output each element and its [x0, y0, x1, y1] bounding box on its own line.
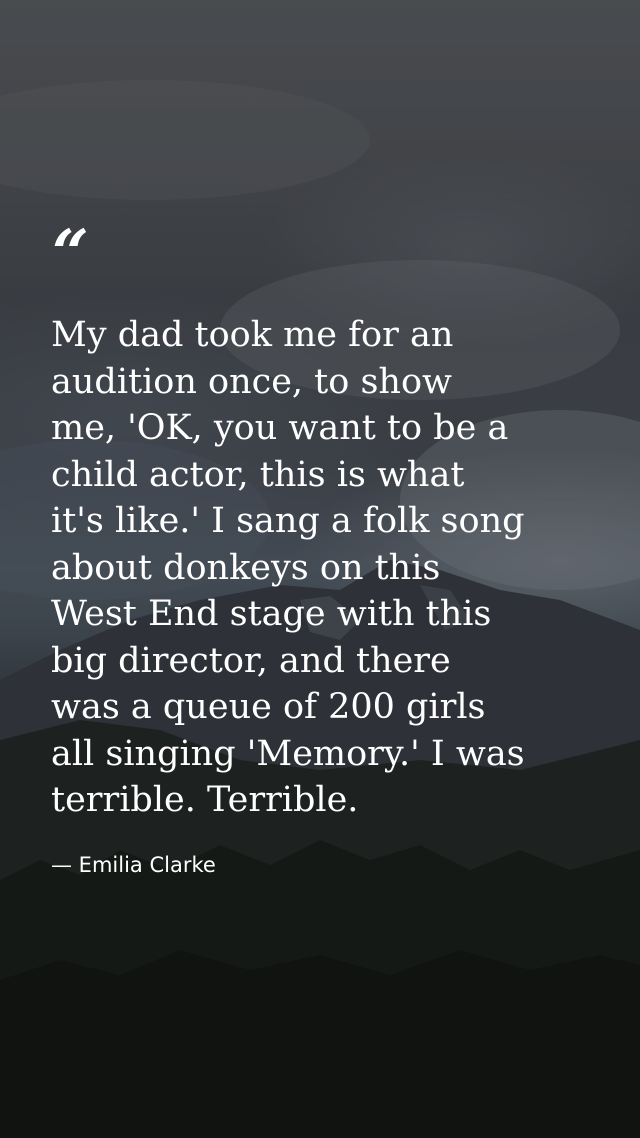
quote-mark-icon: “ [52, 216, 89, 291]
quote-card: “ My dad took me for an audition once, t… [0, 0, 640, 1138]
quote-text: My dad took me for an audition once, to … [51, 315, 525, 820]
quote-author: — Emilia Clarke [51, 853, 216, 877]
